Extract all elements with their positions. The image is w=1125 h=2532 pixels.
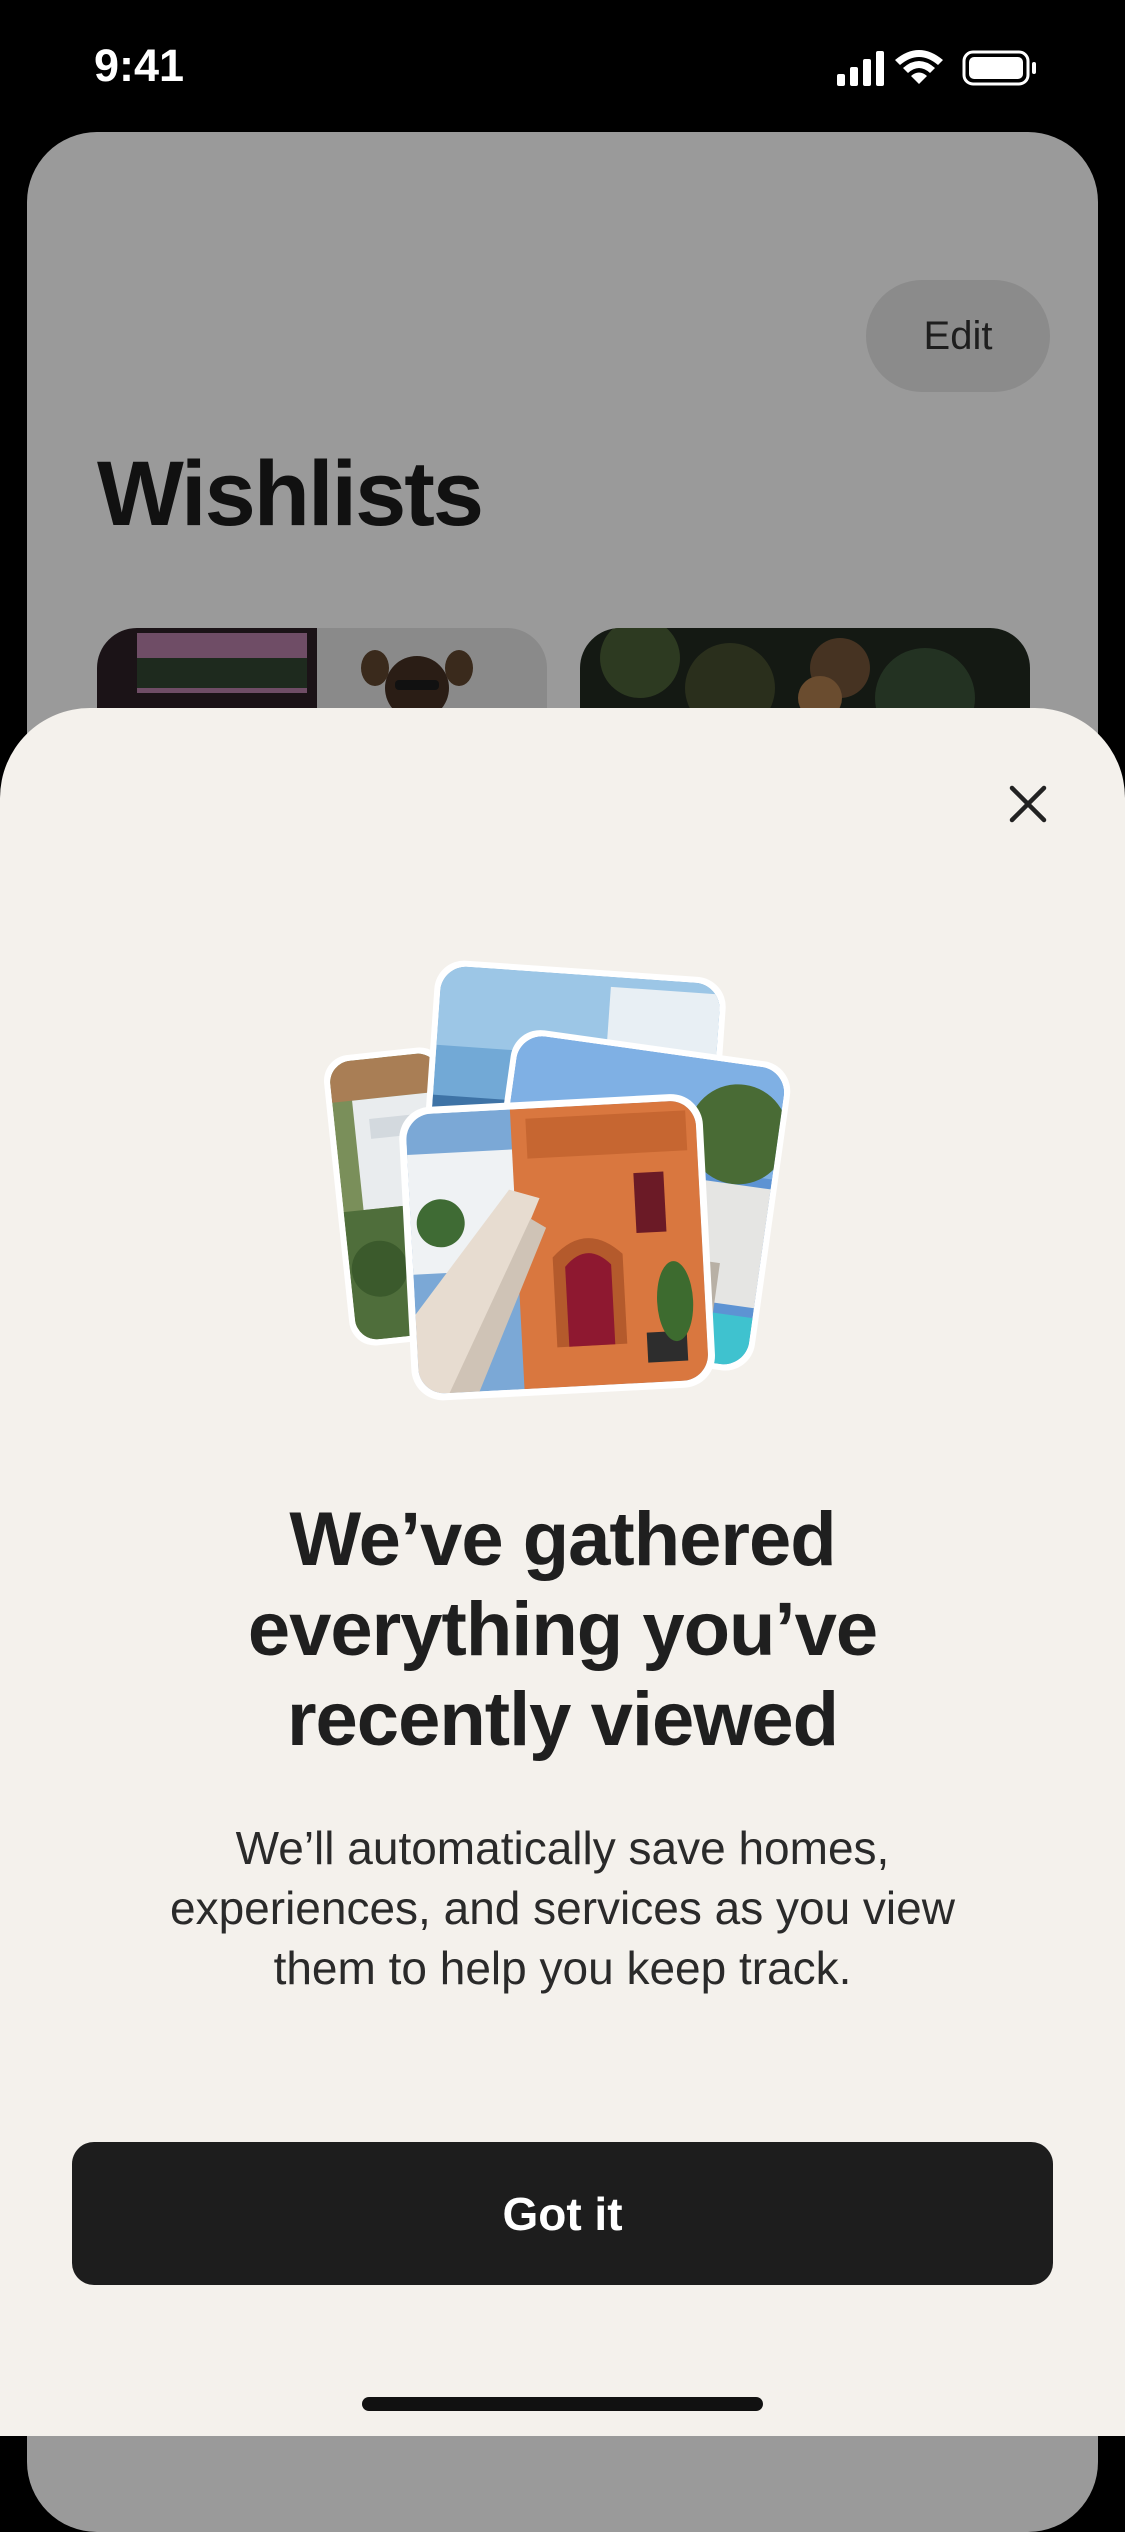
status-time: 9:41 xyxy=(94,40,185,91)
page-title: Wishlists xyxy=(97,443,484,545)
close-icon xyxy=(1009,785,1047,823)
got-it-button[interactable]: Got it xyxy=(72,2142,1053,2285)
close-button[interactable] xyxy=(1000,776,1056,832)
sheet-heading: We’ve gathered everything you’ve recentl… xyxy=(247,1497,878,1762)
edit-button[interactable]: Edit xyxy=(866,280,1050,392)
status-icons xyxy=(837,50,1036,86)
recently-viewed-illustration xyxy=(323,960,791,1401)
wifi-icon xyxy=(895,50,943,84)
signal-icon xyxy=(837,51,884,86)
home-indicator[interactable] xyxy=(362,2397,763,2411)
sheet-description: We’ll automatically save homes, experien… xyxy=(170,1822,955,1994)
photo-card xyxy=(399,1094,715,1401)
status-bar: 9:41 xyxy=(0,0,1125,132)
battery-icon xyxy=(962,50,1036,86)
